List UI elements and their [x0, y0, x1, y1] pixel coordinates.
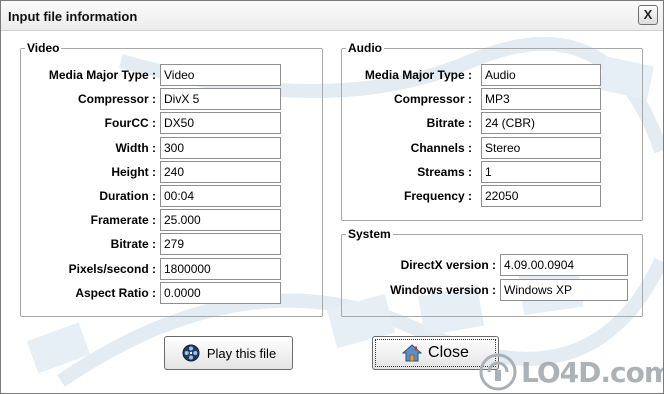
system-field-value[interactable]: 4.09.00.0904: [500, 254, 628, 276]
audio-field-value[interactable]: 1: [481, 161, 601, 183]
audio-field-label: Compressor :: [393, 92, 472, 106]
audio-group-legend: Audio: [346, 41, 384, 55]
audio-row: Streams : 1: [1, 161, 663, 183]
system-row: Windows version : Windows XP: [1, 279, 663, 301]
window-title: Input file information: [8, 9, 138, 24]
film-reel-icon: [182, 344, 200, 362]
audio-field-label: Streams :: [417, 165, 472, 179]
video-group-legend: Video: [25, 41, 62, 55]
video-field-value[interactable]: 25.000: [160, 209, 281, 231]
watermark-text: LO4D.com: [521, 355, 664, 389]
audio-field-value[interactable]: 24 (CBR): [481, 112, 601, 134]
system-row: DirectX version : 4.09.00.0904: [1, 254, 663, 276]
audio-field-label: Channels :: [410, 141, 472, 155]
video-field-label: Bitrate :: [110, 237, 156, 251]
close-label: Close: [428, 344, 469, 361]
audio-field-value[interactable]: MP3: [481, 88, 601, 110]
audio-field-label: Frequency :: [403, 189, 472, 203]
audio-row: Media Major Type : Audio: [1, 64, 663, 86]
audio-field-label: Bitrate :: [426, 116, 472, 130]
audio-field-value[interactable]: Stereo: [481, 137, 601, 159]
audio-row: Bitrate : 24 (CBR): [1, 112, 663, 134]
audio-field-label: Media Major Type :: [364, 68, 472, 82]
watermark: LO4D.com: [479, 353, 664, 391]
system-field-label: Windows version :: [390, 283, 496, 297]
video-field-label: Framerate :: [90, 213, 156, 227]
video-field-value[interactable]: 279: [160, 233, 281, 255]
audio-field-value[interactable]: 22050: [481, 185, 601, 207]
system-field-value[interactable]: Windows XP: [500, 279, 628, 301]
house-icon: [402, 344, 423, 362]
input-file-info-window: Input file information X Video Media Maj…: [0, 0, 664, 394]
system-field-label: DirectX version :: [400, 258, 496, 272]
audio-row: Compressor : MP3: [1, 88, 663, 110]
audio-field-value[interactable]: Audio: [481, 64, 601, 86]
play-file-label: Play this file: [206, 345, 277, 361]
lo4d-logo-icon: [479, 353, 517, 391]
system-group-legend: System: [346, 227, 393, 241]
audio-row: Channels : Stereo: [1, 137, 663, 159]
window-close-button[interactable]: X: [638, 5, 658, 25]
play-file-button[interactable]: Play this file: [164, 336, 293, 370]
title-bar[interactable]: Input file information X: [1, 1, 663, 31]
audio-row: Frequency : 22050: [1, 185, 663, 207]
